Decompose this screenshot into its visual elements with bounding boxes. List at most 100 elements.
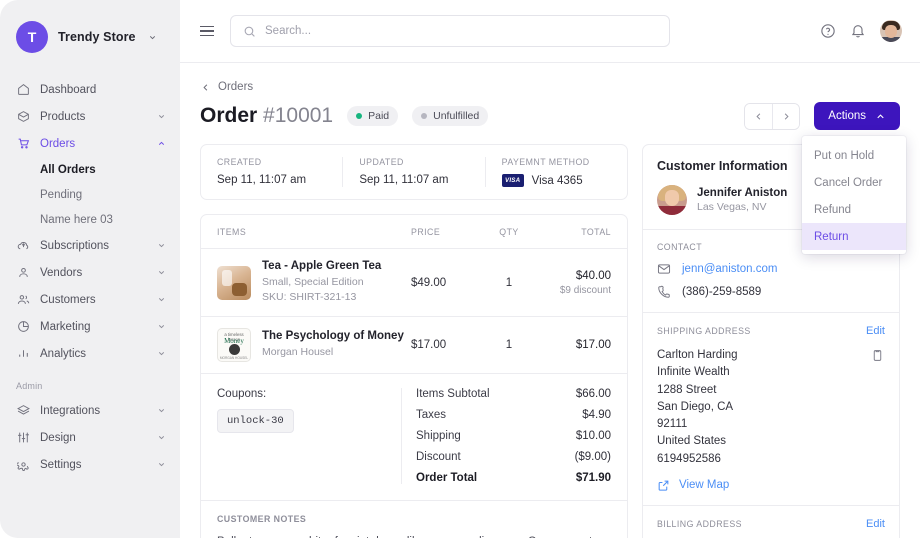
sidebar-item-marketing[interactable]: Marketing — [0, 313, 180, 340]
mail-icon — [657, 262, 672, 276]
table-row[interactable]: a timeless lesson Money MORGAN HOUSEL Th… — [201, 317, 627, 375]
order-meta-card: CREATED Sep 11, 11:07 am UPDATED Sep 11,… — [200, 144, 628, 200]
order-totals-row: Coupons: unlock-30 Items Subtotal $66.00… — [201, 374, 627, 502]
actions-button-label: Actions — [828, 110, 866, 122]
page-title-number: #10001 — [263, 104, 334, 127]
total-value: $4.90 — [582, 409, 611, 422]
sidebar-item-products[interactable]: Products — [0, 103, 180, 130]
total-line-items-subtotal: Items Subtotal $66.00 — [416, 388, 611, 400]
table-row[interactable]: Tea - Apple Green Tea Small, Special Edi… — [201, 249, 627, 318]
meta-label: UPDATED — [359, 157, 404, 167]
chevron-down-icon — [157, 241, 166, 250]
contact-phone-row[interactable]: (386)-259-8589 — [657, 285, 885, 299]
next-record-button[interactable] — [772, 103, 800, 129]
book-cover-author: MORGAN HOUSEL — [219, 356, 249, 361]
chevron-down-icon — [157, 433, 166, 442]
sidebar-item-vendors[interactable]: Vendors — [0, 259, 180, 286]
actions-button[interactable]: Actions — [814, 102, 900, 130]
sidebar-item-design[interactable]: Design — [0, 424, 180, 451]
sidebar-item-label: Design — [40, 431, 76, 444]
menu-item-refund[interactable]: Refund — [802, 196, 906, 223]
record-pager — [744, 102, 801, 130]
sidebar-item-label: Products — [40, 110, 86, 123]
status-badge-paid: Paid — [347, 106, 399, 126]
item-sku: SKU: SHIRT-321-13 — [262, 291, 357, 304]
menu-item-return[interactable]: Return — [802, 223, 906, 250]
total-value: $66.00 — [575, 388, 611, 401]
chevron-down-icon — [157, 349, 166, 358]
edit-shipping-address-button[interactable]: Edit — [866, 325, 885, 337]
external-link-icon — [657, 479, 670, 492]
users-icon — [16, 292, 31, 307]
layers-icon — [16, 403, 31, 418]
prev-record-button[interactable] — [745, 103, 773, 129]
topbar-icons — [820, 20, 902, 42]
sidebar-item-analytics[interactable]: Analytics — [0, 340, 180, 367]
chevron-down-icon — [157, 268, 166, 277]
item-total-cell: $17.00 — [535, 339, 611, 351]
total-line-taxes: Taxes $4.90 — [416, 409, 611, 421]
topbar: Search... — [180, 0, 920, 63]
sidebar-item-integrations[interactable]: Integrations — [0, 397, 180, 424]
billing-address-section: BILLING ADDRESS Edit Same as shipping — [643, 506, 899, 538]
sidebar-item-dashboard[interactable]: Dashboard — [0, 76, 180, 103]
sidebar-item-label: Orders — [40, 137, 76, 150]
billing-section-header: BILLING ADDRESS Edit — [657, 518, 885, 530]
sidebar-item-orders[interactable]: Orders — [0, 130, 180, 157]
copy-icon[interactable] — [871, 349, 885, 367]
status-dot — [421, 113, 428, 119]
customer-identity: Jennifer Aniston Las Vegas, NV — [697, 187, 787, 213]
total-value: ($9.00) — [574, 451, 611, 464]
contact-email-row[interactable]: jenn@aniston.com — [657, 262, 885, 276]
search-input[interactable]: Search... — [230, 15, 670, 47]
actions-wrapper: Actions Put on Hold Cancel Order Refund … — [802, 102, 906, 254]
sidebar-item-customers[interactable]: Customers — [0, 286, 180, 313]
shipping-address-label: SHIPPING ADDRESS — [657, 326, 751, 336]
item-name: Tea - Apple Green Tea — [262, 260, 382, 272]
search-placeholder: Search... — [265, 25, 312, 37]
column-header-qty: QTY — [499, 226, 519, 237]
item-price: $17.00 — [411, 339, 447, 352]
sidebar-item-label: Settings — [40, 458, 82, 471]
view-map-link[interactable]: View Map — [657, 479, 885, 492]
menu-toggle-icon[interactable] — [198, 22, 216, 40]
brand-avatar: T — [16, 21, 48, 53]
total-label: Order Total — [416, 472, 478, 485]
customer-email[interactable]: jenn@aniston.com — [682, 263, 777, 275]
item-variant: Small, Special Edition — [262, 276, 364, 288]
visa-card-icon: VISA — [501, 174, 524, 187]
help-circle-icon[interactable] — [820, 23, 836, 39]
status-badge-label: Unfulfilled — [433, 110, 480, 122]
meta-updated: UPDATED Sep 11, 11:07 am — [342, 157, 484, 187]
chevron-left-icon — [200, 82, 211, 93]
column-header-total: TOTAL — [581, 226, 611, 237]
item-info: Tea - Apple Green Tea Small, Special Edi… — [262, 260, 411, 305]
sidebar-item-settings[interactable]: Settings — [0, 451, 180, 478]
brand-switcher[interactable]: T Trendy Store — [0, 14, 180, 60]
total-label: Discount — [416, 451, 461, 464]
customer-notes-label: CUSTOMER NOTES — [217, 514, 307, 525]
chevron-down-icon — [157, 460, 166, 469]
bell-icon[interactable] — [850, 23, 866, 39]
customer-name: Jennifer Aniston — [697, 187, 788, 199]
item-discount: $9 discount — [559, 284, 611, 296]
sidebar-item-pending[interactable]: Pending — [0, 182, 180, 207]
menu-item-put-on-hold[interactable]: Put on Hold — [802, 142, 906, 169]
brand-name: Trendy Store — [58, 30, 136, 44]
shipping-address-value: Carlton Harding Infinite Wealth 1288 Str… — [657, 349, 738, 465]
sidebar-item-subscriptions[interactable]: Subscriptions — [0, 232, 180, 259]
product-thumbnail: a timeless lesson Money MORGAN HOUSEL — [217, 328, 251, 363]
breadcrumb[interactable]: Orders — [200, 81, 900, 93]
chevron-up-icon — [157, 139, 166, 148]
view-map-label: View Map — [679, 479, 730, 492]
sidebar-item-all-orders[interactable]: All Orders — [0, 157, 180, 182]
item-qty: 1 — [505, 276, 513, 289]
sidebar-item-name-here-03[interactable]: Name here 03 — [0, 207, 180, 232]
sliders-icon — [16, 430, 31, 445]
coupon-code-chip[interactable]: unlock-30 — [217, 409, 294, 434]
menu-item-cancel-order[interactable]: Cancel Order — [802, 169, 906, 196]
page-title: Order #10001 — [200, 104, 333, 128]
avatar[interactable] — [880, 20, 902, 42]
edit-billing-address-button[interactable]: Edit — [866, 518, 885, 530]
sidebar-item-label: Subscriptions — [40, 239, 110, 252]
